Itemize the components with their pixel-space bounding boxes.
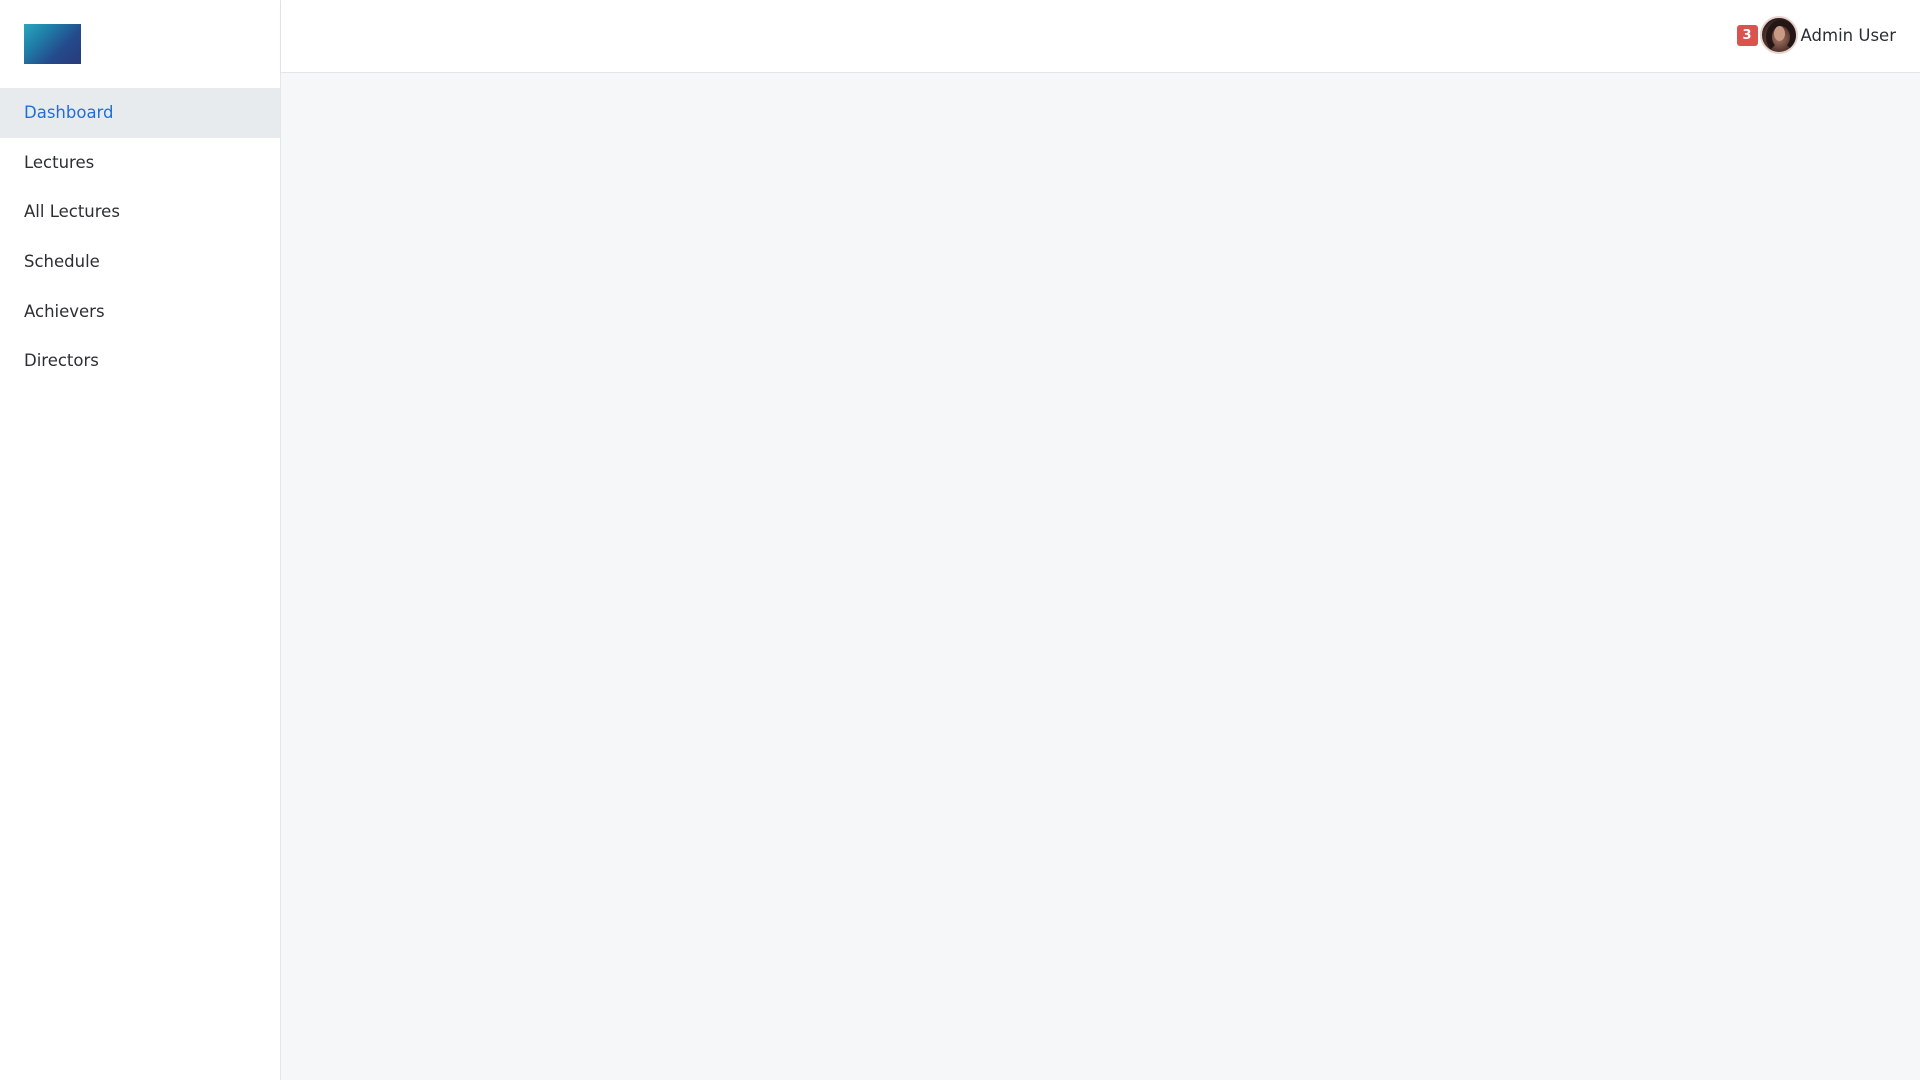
app-shell: Dashboard Lectures All Lectures Schedule… [0,0,1920,1080]
avatar[interactable] [1759,16,1798,54]
main-content [281,73,1920,1080]
sidebar: Dashboard Lectures All Lectures Schedule… [0,0,281,1080]
sidebar-item-label: All Lectures [24,202,120,222]
user-name[interactable]: Admin User [1801,26,1896,45]
sidebar-item-achievers[interactable]: Achievers [0,286,280,336]
topbar: 3 Admin User [281,0,1920,73]
sidebar-item-all-lectures[interactable]: All Lectures [0,187,280,237]
user-menu[interactable]: 3 Admin User [1736,15,1896,55]
sidebar-item-label: Directors [24,351,99,371]
sidebar-item-label: Schedule [24,252,100,272]
brand-logo[interactable] [24,24,81,64]
sidebar-item-label: Dashboard [24,103,114,123]
sidebar-nav: Dashboard Lectures All Lectures Schedule… [0,88,280,386]
sidebar-item-lectures[interactable]: Lectures [0,138,280,188]
notification-badge[interactable]: 3 [1736,24,1758,46]
sidebar-item-directors[interactable]: Directors [0,336,280,386]
sidebar-item-dashboard[interactable]: Dashboard [0,88,280,138]
avatar-face [1773,26,1785,41]
sidebar-item-label: Lectures [24,152,95,172]
sidebar-item-label: Achievers [24,301,105,321]
logo-area [0,0,280,88]
sidebar-item-schedule[interactable]: Schedule [0,237,280,287]
